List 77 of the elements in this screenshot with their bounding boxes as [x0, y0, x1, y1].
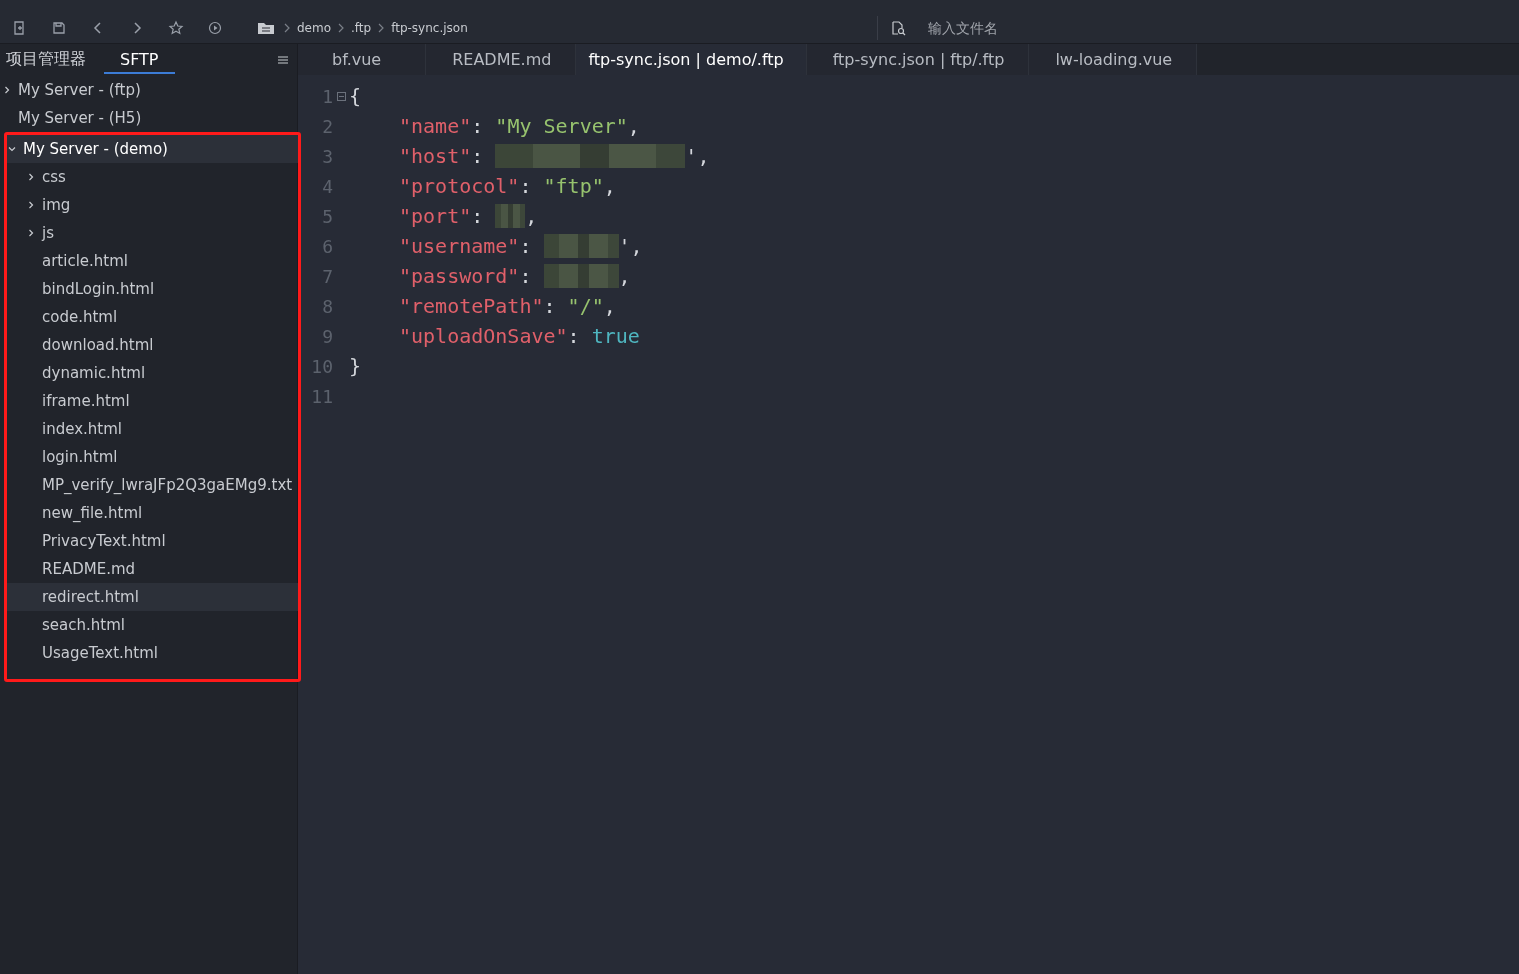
code-token: : — [471, 204, 485, 228]
folder-icon — [257, 20, 275, 35]
code-token: "username" — [399, 234, 520, 258]
tree-item[interactable]: iframe.html — [7, 387, 298, 415]
editor-tab[interactable]: bf.vue — [298, 44, 427, 75]
save-icon[interactable] — [51, 19, 67, 36]
code-token: "protocol" — [399, 174, 520, 198]
tree-item[interactable]: img — [7, 191, 298, 219]
breadcrumb[interactable]: .ftp — [351, 20, 372, 35]
chevron-icon[interactable] — [26, 200, 36, 210]
tree-item[interactable]: My Server - (demo) — [7, 135, 298, 163]
editor-tab[interactable]: lw-loading.vue — [1029, 44, 1198, 75]
code-token: : — [471, 114, 485, 138]
chevron-icon[interactable] — [7, 144, 17, 154]
editor-tab[interactable]: ftp-sync.json | ftp/.ftp — [806, 44, 1030, 75]
tree-item[interactable]: article.html — [7, 247, 298, 275]
code-token: : — [519, 174, 533, 198]
sidebar-tab[interactable]: 项目管理器 — [6, 44, 94, 75]
tree-item[interactable]: redirect.html — [7, 583, 298, 611]
code-token: ', — [685, 144, 710, 168]
file-search-icon — [890, 19, 906, 36]
run-icon[interactable] — [207, 19, 223, 36]
breadcrumb[interactable]: demo — [297, 20, 332, 35]
code-token: , — [525, 204, 538, 228]
tree-item[interactable]: index.html — [7, 415, 298, 443]
code-token: "password" — [399, 264, 520, 288]
chevron-icon — [378, 22, 385, 33]
code-token: ', — [618, 234, 643, 258]
editor-tab[interactable]: ftp-sync.json | demo/.ftp — [576, 44, 807, 75]
chevron-icon[interactable] — [2, 85, 12, 95]
code-token: : — [543, 294, 557, 318]
tree-item[interactable]: MP_verify_lwraJFp2Q3gaEMg9.txt — [7, 471, 298, 499]
code-token: : — [567, 324, 581, 348]
code-token: "ftp" — [543, 174, 604, 198]
code-token: "host" — [399, 144, 472, 168]
chevron-icon[interactable] — [26, 172, 36, 182]
code-token: "/" — [567, 294, 604, 318]
file-search-field[interactable]: 输入文件名 — [926, 18, 1130, 37]
tree-item[interactable]: bindLogin.html — [7, 275, 298, 303]
chevron-icon — [284, 22, 290, 33]
sidebar-tab[interactable]: SFTP — [104, 45, 175, 74]
tree-item[interactable]: UsageText.html — [7, 639, 298, 667]
code-token: , — [618, 264, 631, 288]
code-token: { — [349, 84, 362, 108]
tree-item[interactable]: css — [7, 163, 298, 191]
tree-item[interactable]: download.html — [7, 331, 298, 359]
code-token: : — [519, 234, 533, 258]
code-token: } — [349, 354, 362, 378]
fold-icon[interactable] — [336, 91, 346, 101]
star-icon[interactable] — [168, 19, 184, 36]
tree-item[interactable]: login.html — [7, 443, 298, 471]
code-token: true — [591, 324, 640, 348]
breadcrumb[interactable]: ftp-sync.json — [391, 20, 468, 35]
tree-item[interactable]: README.md — [7, 555, 298, 583]
code-token: , — [603, 294, 616, 318]
tree-item[interactable]: seach.html — [7, 611, 298, 639]
menu-icon[interactable] — [277, 54, 289, 65]
code-token: , — [627, 114, 640, 138]
tree-item[interactable]: js — [7, 219, 298, 247]
code-token: "My Server" — [495, 114, 628, 138]
code-token: "name" — [399, 114, 472, 138]
chevron-icon[interactable] — [26, 228, 36, 238]
editor-tab[interactable]: README.md — [426, 44, 577, 75]
code-token: "remotePath" — [399, 294, 544, 318]
code-token: , — [603, 174, 616, 198]
code-token: "port" — [399, 204, 472, 228]
tree-item[interactable]: dynamic.html — [7, 359, 298, 387]
tree-item[interactable]: PrivacyText.html — [7, 527, 298, 555]
code-token: "uploadOnSave" — [399, 324, 568, 348]
code-token: : — [471, 144, 485, 168]
tree-item[interactable]: new_file.html — [7, 499, 298, 527]
tree-item[interactable]: code.html — [7, 303, 298, 331]
redacted-value — [495, 204, 526, 228]
code-token: : — [519, 264, 533, 288]
tree-item[interactable]: My Server - (H5) — [2, 104, 292, 132]
tree-item[interactable]: My Server - (ftp) — [2, 76, 292, 104]
chevron-icon — [338, 22, 345, 33]
